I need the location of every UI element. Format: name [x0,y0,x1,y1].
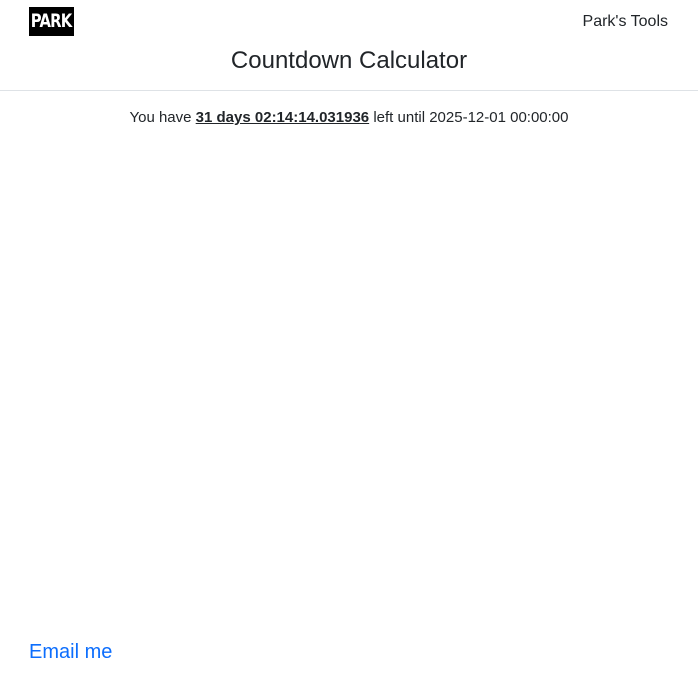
page-title: Countdown Calculator [230,47,468,74]
countdown-target: 2025-12-01 00:00:00 [429,109,569,126]
countdown-prefix: You have [129,109,192,126]
site-logo[interactable]: PARK [29,7,74,36]
logo-text: PARK [31,10,73,32]
countdown-middle: left until [373,109,426,126]
site-header: PARK Park's Tools Countdown Calculator [0,0,698,91]
countdown-remaining: 31 days 02:14:14.031936 [195,109,370,126]
countdown-message: You have 31 days 02:14:14.031936 left un… [0,108,698,128]
page: PARK Park's Tools Countdown Calculator Y… [0,0,698,677]
parks-tools-link[interactable]: Park's Tools [583,12,668,32]
email-me-link[interactable]: Email me [29,640,112,664]
